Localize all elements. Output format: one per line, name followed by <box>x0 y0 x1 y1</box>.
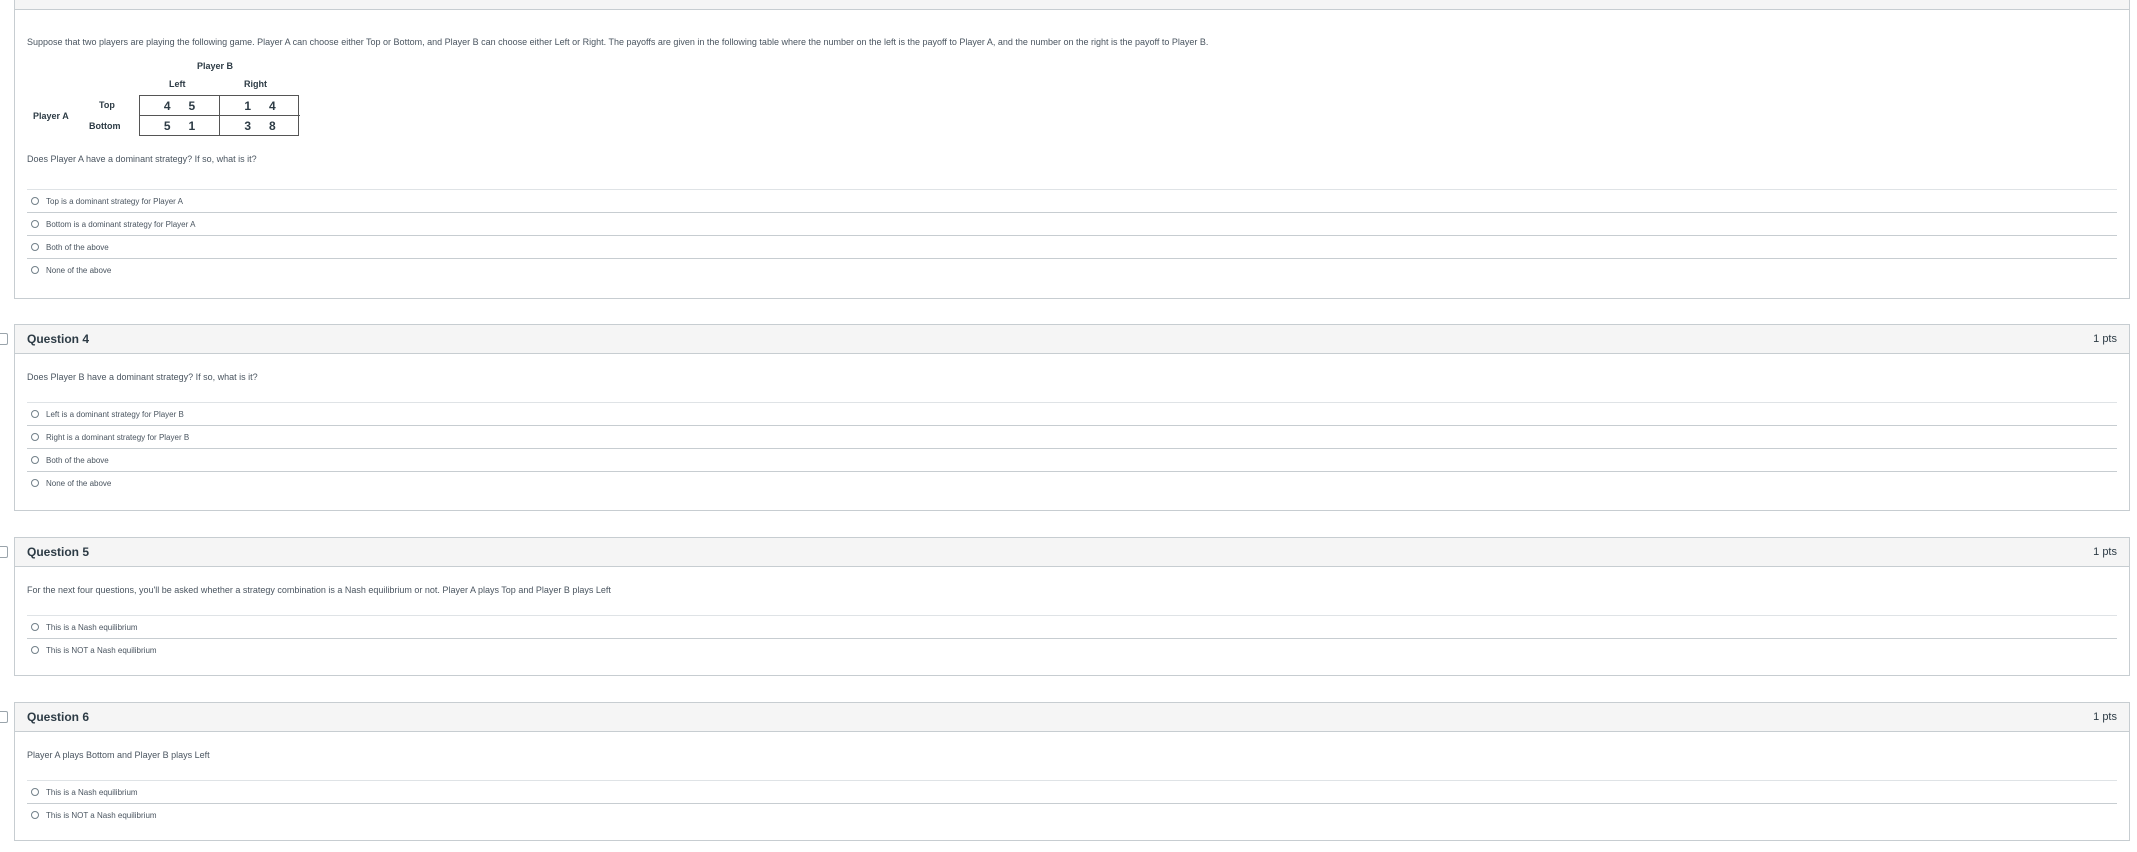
payoff-cell-bottom-left: 5 1 <box>140 116 220 136</box>
answer-label: Both of the above <box>46 242 109 252</box>
radio-button[interactable] <box>31 266 39 274</box>
answer-label: None of the above <box>46 478 112 488</box>
radio-button[interactable] <box>31 243 39 251</box>
payoff-cell-top-left: 4 5 <box>140 96 220 116</box>
answer-option[interactable]: None of the above <box>27 471 2117 494</box>
radio-button[interactable] <box>31 788 39 796</box>
question-4-title: Question 4 <box>27 332 90 346</box>
answer-label: Right is a dominant strategy for Player … <box>46 432 190 442</box>
radio-button[interactable] <box>31 197 39 205</box>
payoff-b: 4 <box>269 98 276 113</box>
answer-option[interactable]: This is a Nash equilibrium <box>27 780 2117 803</box>
radio-button[interactable] <box>31 456 39 464</box>
question-6-text: Player A plays Bottom and Player B plays… <box>27 750 210 760</box>
payoff-col-left: Left <box>169 79 186 89</box>
radio-button[interactable] <box>31 220 39 228</box>
answer-option[interactable]: Right is a dominant strategy for Player … <box>27 425 2117 448</box>
question-4-answers: Left is a dominant strategy for Player B… <box>27 402 2117 494</box>
answer-label: Top is a dominant strategy for Player A <box>46 196 183 206</box>
answer-label: This is NOT a Nash equilibrium <box>46 810 157 820</box>
question-3-card: Suppose that two players are playing the… <box>14 10 2130 299</box>
radio-button[interactable] <box>31 811 39 819</box>
flag-question-5-icon[interactable] <box>0 546 8 558</box>
answer-label: This is NOT a Nash equilibrium <box>46 645 157 655</box>
payoff-a: 3 <box>244 119 251 133</box>
question-5-header: Question 5 1 pts <box>15 538 2129 567</box>
payoff-cell-top-right: 1 4 <box>220 96 300 116</box>
answer-option[interactable]: Both of the above <box>27 235 2117 258</box>
question-6-points: 1 pts <box>2093 711 2117 723</box>
question-4-header: Question 4 1 pts <box>15 325 2129 354</box>
radio-button[interactable] <box>31 646 39 654</box>
payoff-row-top: Top <box>99 100 115 110</box>
payoff-col-right: Right <box>244 79 267 89</box>
payoff-col-player: Player B <box>197 61 234 71</box>
question-4-card: Question 4 1 pts Does Player B have a do… <box>14 324 2130 511</box>
answer-option[interactable]: Both of the above <box>27 448 2117 471</box>
radio-button[interactable] <box>31 433 39 441</box>
question-5-text: For the next four questions, you'll be a… <box>27 585 611 595</box>
payoff-b: 5 <box>188 98 196 113</box>
answer-option[interactable]: This is NOT a Nash equilibrium <box>27 638 2117 661</box>
answer-label: Both of the above <box>46 455 109 465</box>
answer-option[interactable]: This is NOT a Nash equilibrium <box>27 803 2117 826</box>
question-5-card: Question 5 1 pts For the next four quest… <box>14 537 2130 676</box>
question-3-header-strip <box>14 0 2130 10</box>
question-3-answers: Top is a dominant strategy for Player A … <box>27 189 2117 281</box>
answer-option[interactable]: None of the above <box>27 258 2117 281</box>
flag-question-4-icon[interactable] <box>0 333 8 345</box>
payoff-row-player: Player A <box>33 111 69 121</box>
payoff-a: 5 <box>163 119 171 133</box>
question-6-answers: This is a Nash equilibrium This is NOT a… <box>27 780 2117 826</box>
payoff-cell-bottom-right: 3 8 <box>220 116 300 136</box>
answer-option[interactable]: Bottom is a dominant strategy for Player… <box>27 212 2117 235</box>
flag-question-6-icon[interactable] <box>0 711 8 723</box>
answer-option[interactable]: Left is a dominant strategy for Player B <box>27 402 2117 425</box>
question-6-title: Question 6 <box>27 710 90 724</box>
payoff-a: 4 <box>163 98 171 113</box>
question-3-text: Does Player A have a dominant strategy? … <box>27 154 257 164</box>
question-4-points: 1 pts <box>2093 333 2117 345</box>
payoff-b: 8 <box>269 119 276 133</box>
answer-option[interactable]: This is a Nash equilibrium <box>27 615 2117 638</box>
question-5-title: Question 5 <box>27 545 90 559</box>
answer-label: None of the above <box>46 265 112 275</box>
question-3-prompt: Suppose that two players are playing the… <box>27 37 1209 47</box>
question-6-card: Question 6 1 pts Player A plays Bottom a… <box>14 702 2130 841</box>
radio-button[interactable] <box>31 479 39 487</box>
question-4-text: Does Player B have a dominant strategy? … <box>27 372 258 382</box>
answer-label: This is a Nash equilibrium <box>46 787 138 797</box>
question-5-answers: This is a Nash equilibrium This is NOT a… <box>27 615 2117 661</box>
answer-label: This is a Nash equilibrium <box>46 622 138 632</box>
question-6-header: Question 6 1 pts <box>15 703 2129 732</box>
answer-label: Bottom is a dominant strategy for Player… <box>46 219 196 229</box>
payoff-matrix: 4 5 1 4 5 1 3 8 <box>139 95 300 136</box>
radio-button[interactable] <box>31 410 39 418</box>
answer-label: Left is a dominant strategy for Player B <box>46 409 184 419</box>
payoff-a: 1 <box>244 98 251 113</box>
question-5-points: 1 pts <box>2093 546 2117 558</box>
payoff-b: 1 <box>188 119 196 133</box>
radio-button[interactable] <box>31 623 39 631</box>
payoff-row-bottom: Bottom <box>89 121 121 131</box>
answer-option[interactable]: Top is a dominant strategy for Player A <box>27 189 2117 212</box>
